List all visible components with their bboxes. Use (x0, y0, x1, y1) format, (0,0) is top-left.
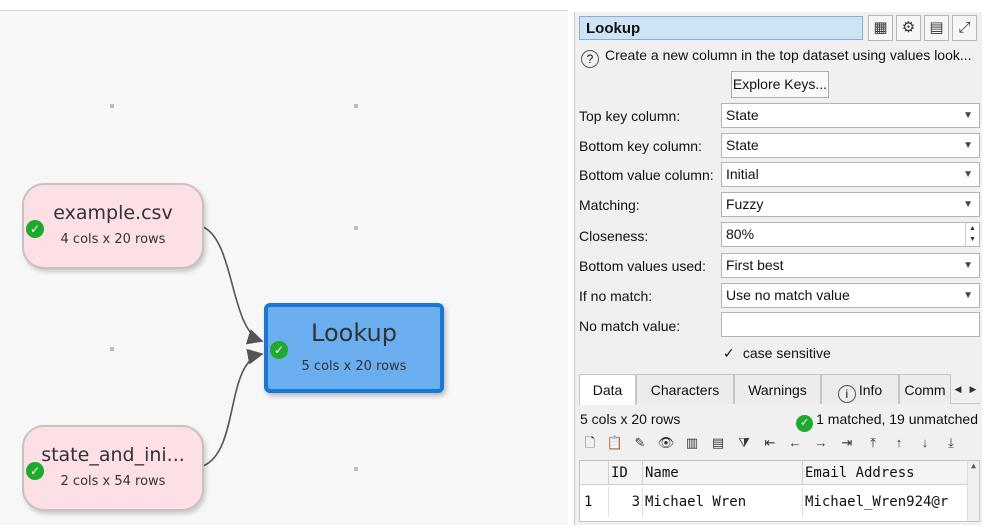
chevron-left-icon[interactable]: ◀ (951, 376, 965, 402)
node-state-and-initials[interactable]: state_and_ini... 2 cols x 54 rows ✓ (22, 425, 204, 511)
flow-canvas[interactable]: example.csv 4 cols x 20 rows ✓ state_and… (0, 10, 568, 525)
dataset-size: 5 cols x 20 rows (580, 411, 681, 427)
bottom-key-select[interactable]: State ▼ (721, 133, 980, 158)
node-lookup[interactable]: Lookup 5 cols x 20 rows ✓ (264, 303, 444, 393)
first-row-icon[interactable]: ⤒ (862, 432, 884, 454)
select-value: First best (726, 257, 784, 273)
tab-label: Info (858, 382, 883, 398)
matching-label: Matching: (579, 197, 640, 213)
fullscreen-icon[interactable]: ⤢ (952, 15, 977, 41)
no-match-value-label: No match value: (579, 318, 681, 334)
chevron-down-icon: ▼ (963, 290, 973, 301)
rows-icon[interactable]: ▤ (707, 432, 729, 454)
spin-value: 80% (726, 226, 755, 242)
cell-email[interactable]: Michael_Wren924@r (802, 487, 970, 517)
closeness-spinbox[interactable]: 80% ▲ ▼ (721, 222, 980, 247)
node-info: 4 cols x 20 rows (60, 232, 166, 247)
new-file-icon[interactable]: 🗋 (579, 432, 601, 454)
bottom-key-label: Bottom key column: (579, 138, 702, 154)
last-column-icon[interactable]: ⇥ (836, 432, 858, 454)
description-text: Create a new column in the top dataset u… (605, 47, 972, 63)
description: ? Create a new column in the top dataset … (581, 47, 979, 68)
select-value: State (726, 137, 759, 153)
column-header-id[interactable]: ID (608, 461, 642, 485)
tab-characters[interactable]: Characters (636, 374, 734, 404)
tab-bar: Data Characters Warnings i Info Comm ◀ ▶ (579, 374, 980, 405)
filter-icon[interactable]: ⧩ (733, 432, 755, 454)
matching-select[interactable]: Fuzzy ▼ (721, 192, 980, 217)
explore-keys-button[interactable]: Explore Keys... (731, 71, 829, 98)
gear-icon[interactable]: ⚙ (896, 15, 921, 41)
node-name: example.csv (53, 202, 173, 224)
chevron-down-icon: ▼ (963, 260, 973, 271)
values-used-label: Bottom values used: (579, 258, 706, 274)
chevron-down-icon: ▼ (963, 140, 973, 151)
arrow-right-icon[interactable]: → (810, 432, 832, 454)
check-icon: ✓ (796, 415, 814, 432)
chevron-down-icon: ▼ (963, 169, 973, 180)
checkmark-icon: ✓ (723, 345, 735, 361)
cell-id[interactable]: 3 (608, 487, 640, 517)
select-value: Use no match value (726, 287, 850, 303)
arrow-down-icon[interactable]: ↓ (914, 432, 936, 454)
node-title-field[interactable]: Lookup (579, 16, 863, 40)
no-match-value-input[interactable] (721, 312, 980, 337)
select-value: State (726, 107, 759, 123)
arrow-up-icon[interactable]: ↑ (888, 432, 910, 454)
data-grid[interactable]: ID Name Email Address 1 3 Michael Wren M… (579, 460, 980, 522)
last-row-icon[interactable]: ⤓ (940, 432, 962, 454)
top-key-select[interactable]: State ▼ (721, 103, 980, 128)
grid-header: ID Name Email Address (580, 461, 970, 485)
eye-icon[interactable]: 👁 (655, 432, 677, 454)
columns-icon[interactable]: ▥ (681, 432, 703, 454)
values-used-select[interactable]: First best ▼ (721, 253, 980, 278)
chevron-down-icon: ▼ (963, 110, 973, 121)
select-value: Fuzzy (726, 196, 764, 212)
connection-line (202, 348, 264, 467)
check-icon: ✓ (26, 462, 44, 480)
match-status-text: 1 matched, 19 unmatched (816, 411, 978, 427)
chevron-right-icon[interactable]: ▶ (966, 376, 980, 402)
no-match-select[interactable]: Use no match value ▼ (721, 283, 980, 308)
closeness-label: Closeness: (579, 228, 649, 244)
match-status: ✓ 1 matched, 19 unmatched (796, 411, 978, 432)
node-example-csv[interactable]: example.csv 4 cols x 20 rows ✓ (22, 183, 204, 269)
checkbox-label: case sensitive (742, 345, 831, 361)
node-name: Lookup (311, 319, 397, 347)
column-header-name[interactable]: Name (642, 461, 802, 485)
node-info: 2 cols x 54 rows (60, 474, 166, 489)
case-sensitive-checkbox[interactable]: ✓ case sensitive (723, 345, 831, 362)
top-key-label: Top key column: (579, 108, 681, 124)
help-icon[interactable]: ? (581, 50, 599, 68)
table-row[interactable]: 1 3 Michael Wren Michael_Wren924@r (580, 487, 970, 517)
node-name: state_and_ini... (41, 444, 185, 466)
tab-data[interactable]: Data (579, 374, 636, 405)
cell-name[interactable]: Michael Wren (642, 487, 802, 517)
chevron-down-icon: ▼ (963, 199, 973, 210)
properties-panel: Lookup ▦ ⚙ ▤ ⤢ ? Create a new column in t… (574, 12, 982, 525)
pencil-icon[interactable]: ✎ (629, 432, 651, 454)
tab-comments[interactable]: Comm (899, 374, 951, 404)
tab-info[interactable]: i Info (821, 374, 899, 404)
info-icon: i (837, 385, 856, 403)
node-info: 5 cols x 20 rows (301, 359, 407, 374)
calculator-icon[interactable]: ▦ (868, 15, 893, 41)
check-icon: ✓ (270, 341, 288, 359)
table-icon[interactable]: ▤ (924, 15, 949, 41)
clipboard-icon[interactable]: 📋 (604, 432, 626, 454)
spin-arrows-icon[interactable]: ▲ ▼ (965, 223, 979, 246)
connection-line (202, 226, 264, 345)
check-icon: ✓ (26, 220, 44, 238)
select-value: Initial (726, 166, 759, 182)
first-column-icon[interactable]: ⇤ (759, 432, 781, 454)
column-header-email[interactable]: Email Address (802, 461, 970, 485)
bottom-value-select[interactable]: Initial ▼ (721, 162, 980, 187)
row-number: 1 (584, 494, 593, 510)
vertical-scrollbar[interactable]: ▲ (967, 461, 979, 521)
arrow-left-icon[interactable]: ← (784, 432, 806, 454)
tab-warnings[interactable]: Warnings (734, 374, 821, 404)
no-match-label: If no match: (579, 288, 653, 304)
bottom-value-label: Bottom value column: (579, 167, 714, 183)
